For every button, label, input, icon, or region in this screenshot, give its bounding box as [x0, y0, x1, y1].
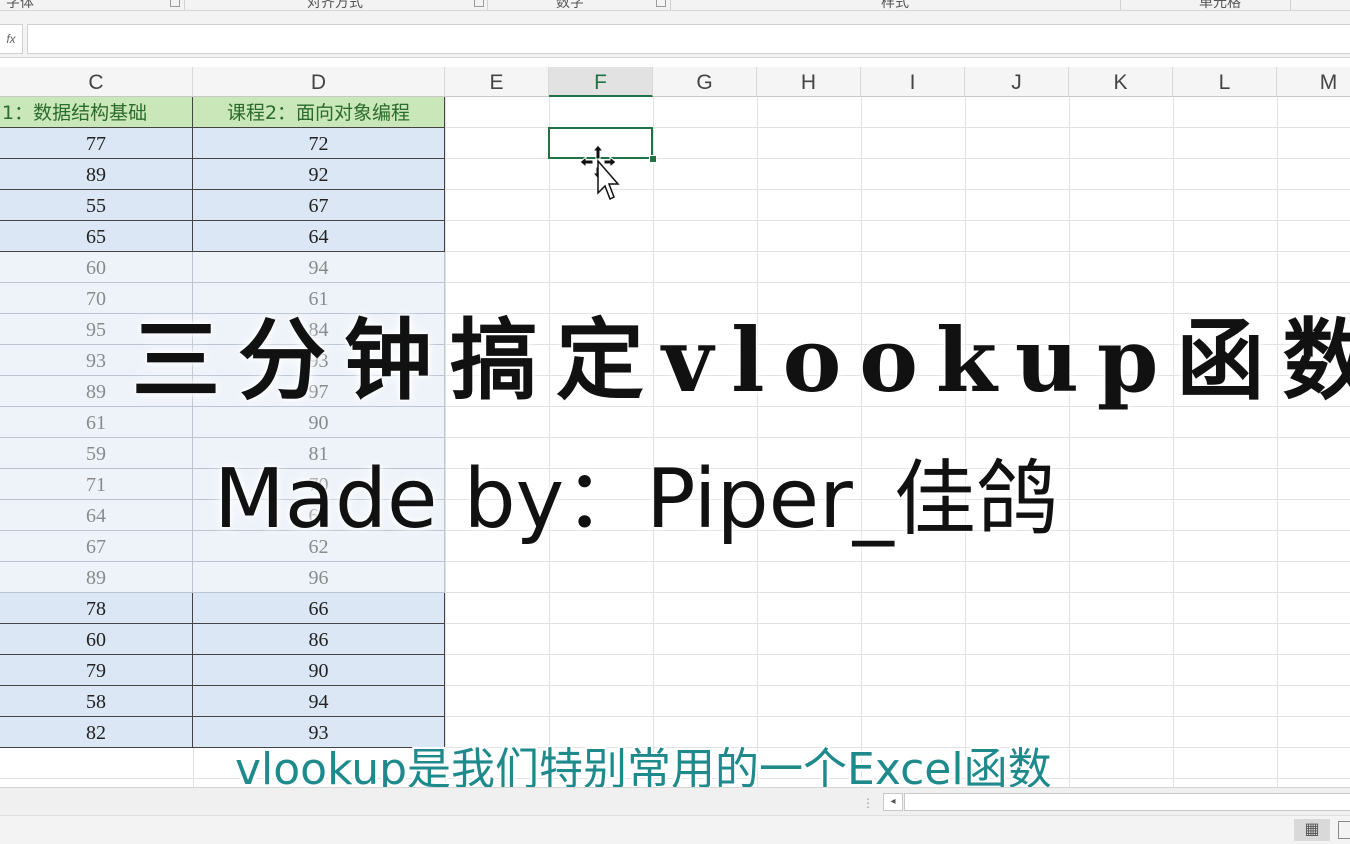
ribbon-group-font-label: 字体: [6, 0, 34, 10]
insert-function-icon[interactable]: fx: [0, 24, 23, 54]
font-dialog-launcher-icon[interactable]: [170, 0, 180, 7]
cell-course2-score[interactable]: 94: [193, 252, 445, 283]
cell-course1-score[interactable]: 89: [0, 562, 193, 593]
video-title-overlay: 三分钟搞定vlookup函数: [132, 308, 1350, 412]
ribbon-separator: [1290, 0, 1291, 10]
cell-course2-score[interactable]: 64: [193, 221, 445, 252]
cell-course2-score[interactable]: 72: [193, 128, 445, 159]
ribbon: 字体 对齐方式 数字 样式 单元格: [0, 0, 1350, 11]
status-bar: ▦: [0, 815, 1350, 844]
column-header-f[interactable]: F: [549, 67, 653, 97]
column-header-e[interactable]: E: [445, 67, 549, 97]
column-header-l[interactable]: L: [1173, 67, 1277, 97]
cell-course2-score[interactable]: 92: [193, 159, 445, 190]
split-handle-icon[interactable]: ⋮: [862, 796, 874, 810]
grid-column-line: [1277, 97, 1278, 787]
formula-bar: fx: [0, 11, 1350, 58]
ribbon-separator: [1120, 0, 1121, 10]
cell-course1-score[interactable]: 59: [0, 438, 193, 469]
move-cursor-icon: [579, 144, 620, 201]
column-header-k[interactable]: K: [1069, 67, 1173, 97]
cell-course1-score[interactable]: 78: [0, 593, 193, 624]
cell-course2-score[interactable]: 94: [193, 686, 445, 717]
cell-course1-score[interactable]: 89: [0, 159, 193, 190]
ribbon-separator: [184, 0, 185, 10]
cell-course1-score[interactable]: 67: [0, 531, 193, 562]
scroll-left-button[interactable]: ◂: [883, 793, 903, 811]
cell-course1-score[interactable]: 64: [0, 500, 193, 531]
cell-course1-score[interactable]: 82: [0, 717, 193, 748]
column-header-h[interactable]: H: [757, 67, 861, 97]
ribbon-separator: [487, 0, 488, 10]
ribbon-group-number-label: 数字: [556, 0, 584, 10]
horizontal-scrollbar[interactable]: [904, 793, 1350, 811]
cell-course2-score[interactable]: 96: [193, 562, 445, 593]
column-header-g[interactable]: G: [653, 67, 757, 97]
column-header-d[interactable]: D: [193, 67, 445, 97]
column-header-c[interactable]: C: [0, 67, 193, 97]
page-layout-view-icon[interactable]: [1338, 821, 1350, 839]
cell-course2-score[interactable]: 86: [193, 624, 445, 655]
cell-course1-score[interactable]: 55: [0, 190, 193, 221]
cell-course2-score[interactable]: 67: [193, 190, 445, 221]
column-header-m[interactable]: M: [1277, 67, 1350, 97]
ribbon-separator: [670, 0, 671, 10]
ribbon-group-styles-label: 样式: [881, 0, 909, 10]
cell-course2-score[interactable]: 90: [193, 655, 445, 686]
cell-course1-score[interactable]: 79: [0, 655, 193, 686]
cell-course1-score[interactable]: 60: [0, 624, 193, 655]
column-header-j[interactable]: J: [965, 67, 1069, 97]
header-cell-course2[interactable]: 课程2：面向对象编程: [193, 97, 445, 128]
cell-course2-score[interactable]: 66: [193, 593, 445, 624]
video-author-overlay: Made by：Piper_佳鸽: [214, 452, 1058, 547]
cell-course1-score[interactable]: 71: [0, 469, 193, 500]
formula-input[interactable]: [27, 24, 1350, 54]
alignment-dialog-launcher-icon[interactable]: [474, 0, 484, 7]
cell-course1-score[interactable]: 58: [0, 686, 193, 717]
ribbon-group-cells-label: 单元格: [1199, 0, 1241, 10]
column-header-i[interactable]: I: [861, 67, 965, 97]
number-dialog-launcher-icon[interactable]: [656, 0, 666, 7]
cell-course1-score[interactable]: 77: [0, 128, 193, 159]
fill-handle[interactable]: [649, 155, 657, 163]
cell-course1-score[interactable]: 65: [0, 221, 193, 252]
horizontal-scroll-area: ⋮ ◂: [0, 787, 1350, 816]
cell-course1-score[interactable]: 60: [0, 252, 193, 283]
header-cell-course1[interactable]: 1：数据结构基础: [0, 97, 193, 128]
normal-view-icon[interactable]: ▦: [1294, 819, 1330, 841]
ribbon-group-alignment-label: 对齐方式: [307, 0, 363, 10]
